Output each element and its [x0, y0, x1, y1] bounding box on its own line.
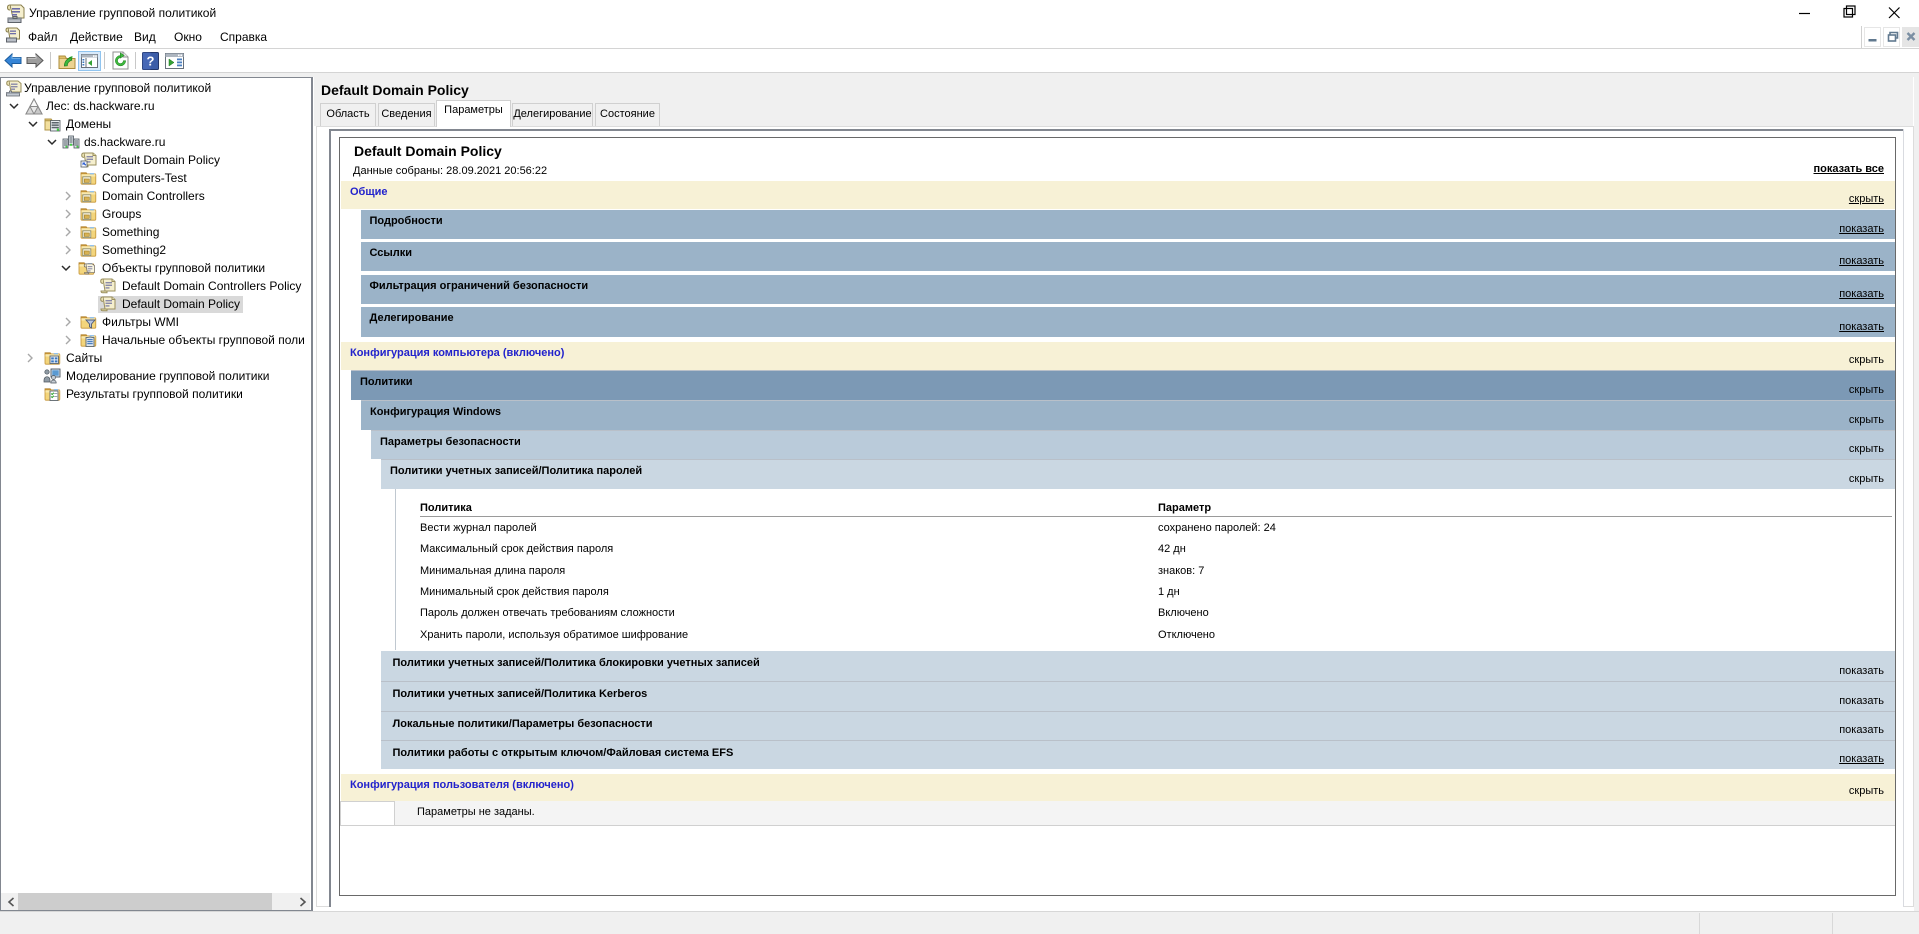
svg-text:?: ?	[147, 54, 155, 69]
